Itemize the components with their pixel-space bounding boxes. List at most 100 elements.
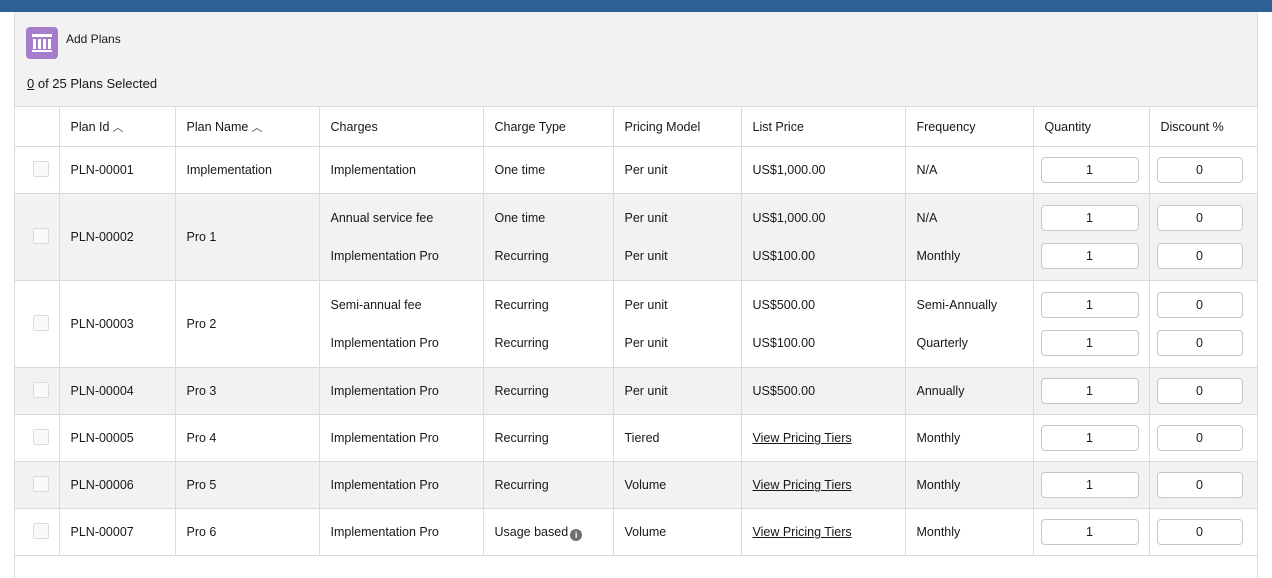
selected-suffix: of 25 Plans Selected [34, 76, 158, 91]
model-text: Per unit [624, 336, 668, 350]
charge-text: Implementation Pro [330, 525, 439, 539]
discount-input-wrap [1156, 286, 1258, 324]
col-quantity: Quantity [1032, 107, 1149, 147]
plan-id-cell: PLN-00002 [58, 193, 175, 281]
price-text: US$500.00 [752, 298, 816, 312]
model-text: Volume [624, 478, 667, 492]
add-plans-panel: Add Plans 0 of 25 Plans Selected Plan Id… [14, 12, 1258, 578]
row-checkbox[interactable] [33, 314, 49, 331]
plans-icon [26, 27, 58, 59]
col-plan-name[interactable]: Plan Name ︿ [174, 107, 319, 147]
quantity-input-wrap [1040, 151, 1149, 189]
col-plan-id-label: Plan Id [70, 119, 110, 134]
row-checkbox[interactable] [33, 160, 49, 177]
freq-text: Semi-Annually [916, 298, 998, 312]
row-checkbox[interactable] [33, 475, 49, 492]
sort-up-icon: ︿ [251, 121, 263, 134]
row-checkbox[interactable] [33, 227, 49, 244]
quantity-input[interactable] [1040, 425, 1139, 451]
pricing-model-cell: Volume [612, 461, 741, 509]
quantity-input[interactable] [1040, 378, 1139, 404]
row-checkbox[interactable] [33, 428, 49, 445]
discount-input[interactable] [1156, 243, 1243, 269]
col-frequency: Frequency [904, 107, 1033, 147]
plan-id-cell: PLN-00003 [58, 280, 175, 368]
discount-input[interactable] [1156, 157, 1243, 183]
quantity-input[interactable] [1040, 330, 1139, 356]
info-icon[interactable]: i [570, 529, 583, 541]
discount-input[interactable] [1156, 425, 1243, 451]
type-text: Recurring [494, 249, 549, 263]
discount-input[interactable] [1156, 519, 1243, 545]
charges-cell: Implementation [318, 146, 483, 194]
frequency-cell: Semi-Annually Quarterly [904, 280, 1033, 368]
row-checkbox[interactable] [33, 381, 49, 398]
frequency-cell: Monthly [904, 461, 1033, 509]
list-price-col-cell: US$500.00 [740, 367, 905, 415]
discount-input-wrap [1156, 372, 1258, 410]
quantity-input-wrap [1040, 237, 1149, 275]
price-text: US$1,000.00 [752, 163, 826, 177]
quantity-input[interactable] [1040, 157, 1139, 183]
quantity-input-wrap [1040, 466, 1149, 504]
discount-input[interactable] [1156, 205, 1243, 231]
list-price-col-cell: US$500.00 US$100.00 [740, 280, 905, 368]
view-pricing-tiers-link[interactable]: View Pricing Tiers [753, 478, 852, 492]
plan-id-cell: PLN-00004 [58, 367, 175, 415]
col-pricing-model: Pricing Model [612, 107, 741, 147]
plan-name-cell: Implementation [174, 146, 319, 194]
charges-cell: Semi-annual fee Implementation Pro [318, 280, 483, 368]
quantity-input-wrap [1040, 513, 1149, 551]
col-list-price: List Price [740, 107, 905, 147]
view-pricing-tiers-link[interactable]: View Pricing Tiers [753, 431, 852, 445]
charge-type-col-cell: One time Recurring [482, 193, 613, 281]
plan-name-cell: Pro 6 [174, 508, 319, 556]
col-plan-id[interactable]: Plan Id ︿ [58, 107, 175, 147]
view-pricing-tiers-link[interactable]: View Pricing Tiers [753, 525, 852, 539]
panel-header: Add Plans 0 of 25 Plans Selected [15, 12, 1257, 107]
frequency-cell: N/A Monthly [904, 193, 1033, 281]
freq-text: N/A [916, 163, 938, 177]
model-text: Per unit [624, 298, 668, 312]
col-discount: Discount % [1148, 107, 1257, 147]
quantity-input[interactable] [1040, 472, 1139, 498]
model-text: Per unit [624, 211, 668, 225]
quantity-input[interactable] [1040, 205, 1139, 231]
charge-type-col-cell: Recurring [482, 367, 613, 415]
type-text: Recurring [494, 478, 549, 492]
selection-count: 0 of 25 Plans Selected [27, 76, 157, 91]
model-text: Per unit [624, 163, 668, 177]
quantity-input-wrap [1040, 199, 1149, 237]
charges-cell: Implementation Pro [318, 414, 483, 462]
type-text: One time [494, 163, 546, 177]
type-text: Recurring [494, 298, 549, 312]
header-checkbox-cell [15, 107, 59, 147]
discount-cell [1148, 146, 1257, 194]
plan-name-cell: Pro 5 [174, 461, 319, 509]
top-band [0, 0, 1272, 12]
select-cell [15, 508, 59, 556]
pricing-model-cell: Tiered [612, 414, 741, 462]
discount-input[interactable] [1156, 330, 1243, 356]
quantity-input[interactable] [1040, 519, 1139, 545]
pricing-model-cell: Per unit Per unit [612, 280, 741, 368]
table-row: PLN-00003 Pro 2 Semi-annual fee Implementat… [15, 280, 1258, 368]
model-text: Volume [624, 525, 667, 539]
row-checkbox[interactable] [33, 522, 49, 539]
charge-type-col-cell: One time [482, 146, 613, 194]
quantity-input[interactable] [1040, 243, 1139, 269]
charge-text: Implementation Pro [330, 336, 439, 350]
freq-text: Quarterly [916, 336, 968, 350]
table-header-row: Plan Id ︿ Plan Name ︿ Charges Charge Type … [15, 107, 1257, 147]
discount-input[interactable] [1156, 472, 1243, 498]
model-text: Per unit [624, 384, 668, 398]
charge-text: Implementation Pro [330, 431, 439, 445]
quantity-input[interactable] [1040, 292, 1139, 318]
discount-input-wrap [1156, 237, 1258, 275]
discount-input[interactable] [1156, 292, 1243, 318]
table-row: PLN-00001 Implementation Implementation One… [15, 146, 1257, 194]
charge-text: Implementation Pro [330, 384, 439, 398]
discount-input[interactable] [1156, 378, 1243, 404]
plan-id-cell: PLN-00001 [58, 146, 175, 194]
charge-type-col-cell: Usage based i [482, 508, 613, 556]
